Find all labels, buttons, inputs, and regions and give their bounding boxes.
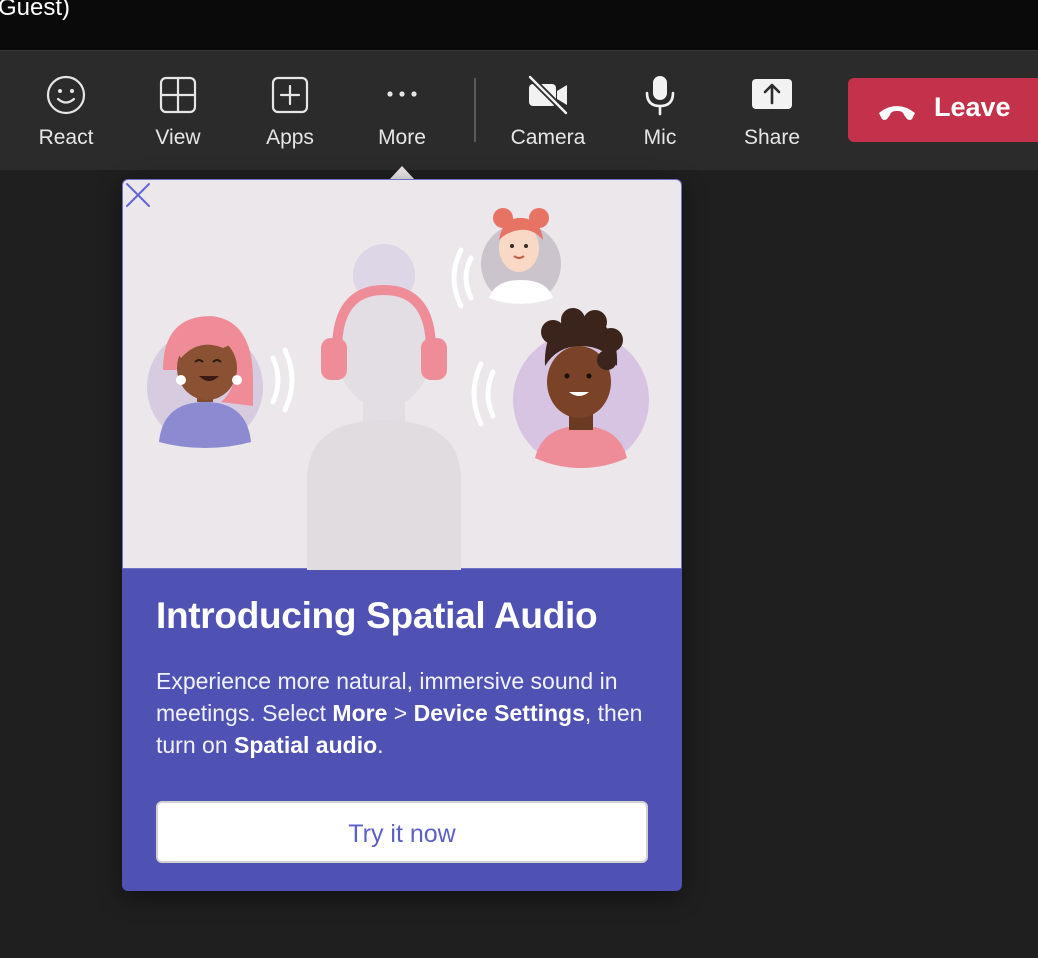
hang-up-phone-icon [879, 106, 915, 120]
close-icon[interactable] [123, 180, 153, 210]
description-separator: > [387, 700, 414, 726]
mic-button[interactable]: Mic [610, 51, 710, 170]
spatial-audio-popup: Introducing Spatial Audio Experience mor… [122, 179, 682, 891]
try-it-now-button[interactable]: Try it now [156, 801, 648, 863]
popup-description: Experience more natural, immersive sound… [156, 665, 656, 761]
share-button[interactable]: Share [722, 51, 822, 170]
plus-box-icon [271, 76, 309, 114]
window-title-bar: Guest) [0, 0, 1038, 51]
more-dots-icon [387, 91, 417, 97]
leave-label: Leave [934, 92, 1011, 122]
share-label: Share [743, 126, 801, 149]
camera-off-icon [527, 74, 569, 116]
description-device-settings: Device Settings [413, 700, 585, 726]
description-spatial-audio: Spatial audio [234, 732, 378, 758]
more-button[interactable]: More [352, 51, 452, 170]
meeting-toolbar: React View Apps More Camera Mic Share Le… [0, 51, 1038, 170]
apps-button[interactable]: Apps [240, 51, 340, 170]
react-label: React [38, 126, 94, 149]
spatial-audio-illustration [122, 179, 682, 570]
camera-label: Camera [510, 126, 586, 149]
spatial-audio-artwork [147, 208, 649, 570]
popup-title: Introducing Spatial Audio [156, 595, 598, 636]
view-button[interactable]: View [128, 51, 228, 170]
camera-button[interactable]: Camera [498, 51, 598, 170]
description-period: . [377, 732, 384, 758]
mic-label: Mic [643, 126, 677, 149]
smiley-icon [46, 75, 86, 115]
description-more: More [332, 700, 388, 726]
popup-pointer [389, 166, 415, 180]
grid-icon [159, 76, 197, 114]
react-button[interactable]: React [16, 51, 116, 170]
toolbar-divider [474, 78, 476, 142]
share-upload-icon [752, 79, 792, 109]
window-title: Guest) [0, 0, 71, 21]
leave-button[interactable]: Leave [848, 78, 1038, 142]
microphone-icon [645, 76, 675, 116]
view-label: View [155, 126, 201, 149]
apps-label: Apps [266, 126, 314, 149]
more-label: More [378, 126, 426, 149]
